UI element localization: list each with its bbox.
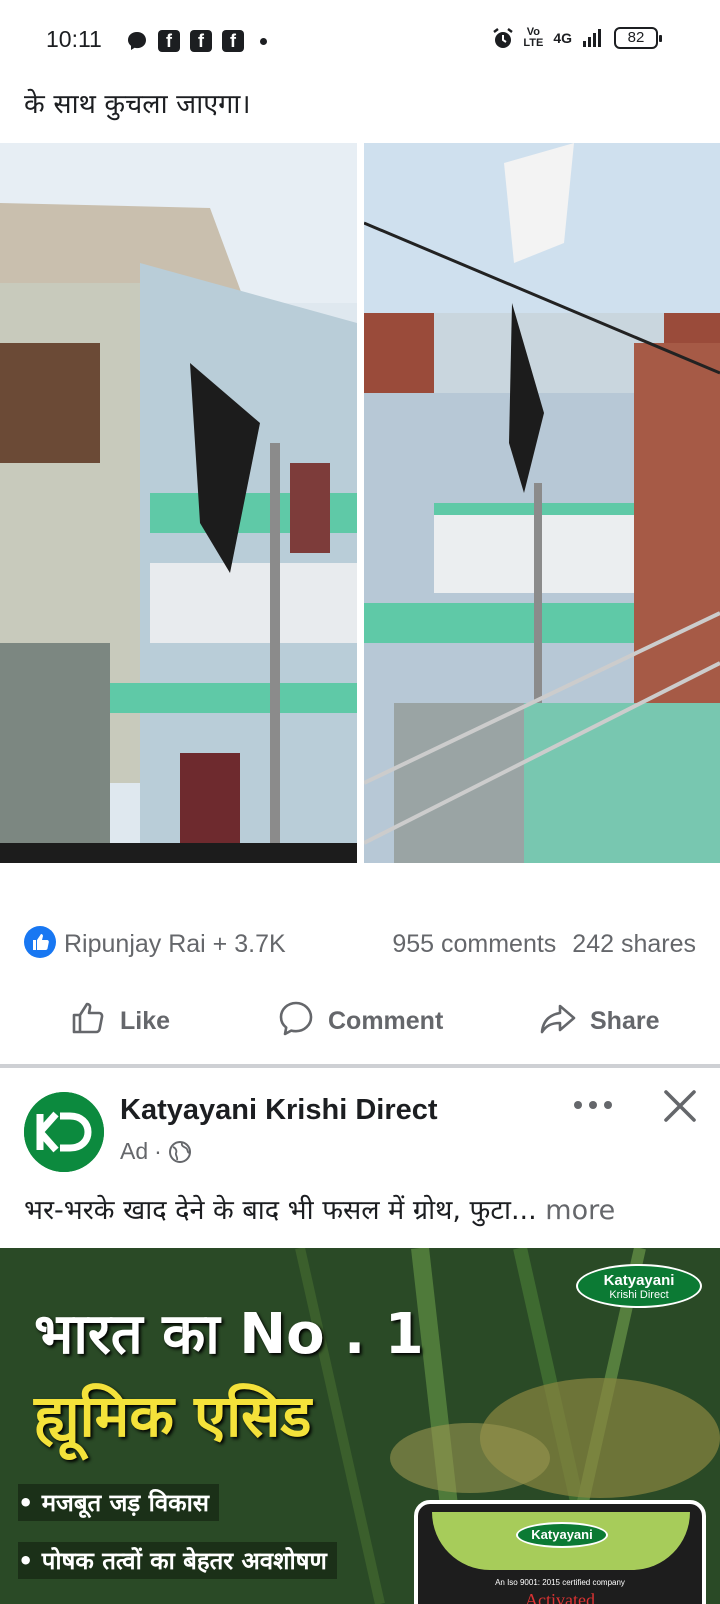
close-icon [664, 1090, 696, 1122]
comment-button[interactable]: Comment [276, 990, 443, 1052]
package-brand-logo: Katyayani [516, 1522, 608, 1548]
post-text: के साथ कुचला जाएगा। [24, 89, 251, 120]
comments-count[interactable]: 955 comments [392, 930, 556, 959]
advertiser-avatar[interactable] [24, 1092, 104, 1172]
volte-line2: LTE [523, 37, 544, 49]
reactions-summary[interactable]: Ripunjay Rai + 3.7K 955 comments 242 sha… [0, 918, 720, 968]
shares-count[interactable]: 242 shares [572, 930, 696, 959]
ad-label: Ad [120, 1138, 149, 1164]
ad-meta: Ad · [120, 1138, 192, 1165]
more-options-button[interactable] [570, 1090, 616, 1120]
ad-body-text[interactable]: भर-भरके खाद देने के बाद भी फसल में ग्रोथ… [24, 1190, 615, 1227]
facebook-icon: f [190, 30, 212, 52]
ad-creative-image[interactable]: Katyayani Krishi Direct भारत का No . 1 ह… [0, 1248, 720, 1604]
feed-divider [0, 1064, 720, 1068]
more-dots-icon [574, 1101, 612, 1109]
meta-separator: · [154, 1138, 162, 1164]
more-notifications-dot-icon [260, 37, 267, 45]
advertiser-name[interactable]: Katyayani Krishi Direct [120, 1094, 438, 1127]
like-label: Like [120, 1006, 171, 1035]
volte-indicator: Vo LTE [523, 27, 543, 49]
thumbs-up-icon [68, 998, 108, 1045]
comment-label: Comment [328, 1006, 444, 1035]
share-arrow-icon [538, 998, 578, 1045]
notification-icons: f f f [126, 30, 267, 52]
post-photo-right[interactable] [364, 143, 720, 863]
facebook-icon: f [158, 30, 180, 52]
ad-headline-secondary: ह्यूमिक एसिड [34, 1382, 312, 1450]
package-product-name: Activated [525, 1590, 595, 1604]
signal-strength-icon [582, 27, 604, 49]
globe-icon [168, 1140, 192, 1164]
hide-ad-button[interactable] [660, 1086, 700, 1126]
brand-logo-line1: Katyayani [603, 1272, 675, 1289]
share-label: Share [590, 1006, 660, 1035]
ad-bullet: • पोषक तत्वों का बेहतर अवशोषण [18, 1542, 337, 1579]
brand-logo-line2: Krishi Direct [609, 1289, 669, 1301]
ad-text-content: भर-भरके खाद देने के बाद भी फसल में ग्रोथ… [24, 1195, 537, 1226]
post-photo-left[interactable] [0, 143, 357, 863]
engagement-counts: 955 comments 242 shares [392, 930, 696, 959]
chat-bubble-icon [126, 30, 148, 52]
product-package-image: Katyayani An Iso 9001: 2015 certified co… [414, 1500, 706, 1604]
share-button[interactable]: Share [538, 990, 659, 1052]
system-status-icons: Vo LTE 4G 82 [491, 27, 662, 49]
network-type: 4G [553, 30, 572, 46]
battery-indicator: 82 [614, 27, 662, 49]
ad-bullet: • मजबूत जड़ विकास [18, 1484, 220, 1521]
post-action-bar: Like Comment Share [0, 990, 720, 1052]
like-reaction-icon [24, 926, 56, 958]
status-time: 10:11 [46, 26, 102, 52]
package-certification: An Iso 9001: 2015 certified company [495, 1578, 625, 1587]
brand-logo: Katyayani Krishi Direct [576, 1264, 702, 1308]
facebook-icon: f [222, 30, 244, 52]
comment-bubble-icon [276, 998, 316, 1045]
reactor-names[interactable]: Ripunjay Rai + 3.7K [64, 930, 286, 959]
ad-headline-primary: भारत का No . 1 [34, 1302, 424, 1367]
like-button[interactable]: Like [68, 990, 170, 1052]
see-more-link[interactable]: more [537, 1195, 615, 1226]
status-bar: 10:11 f f f Vo LTE 4G 82 [0, 0, 720, 80]
alarm-icon [491, 27, 514, 49]
